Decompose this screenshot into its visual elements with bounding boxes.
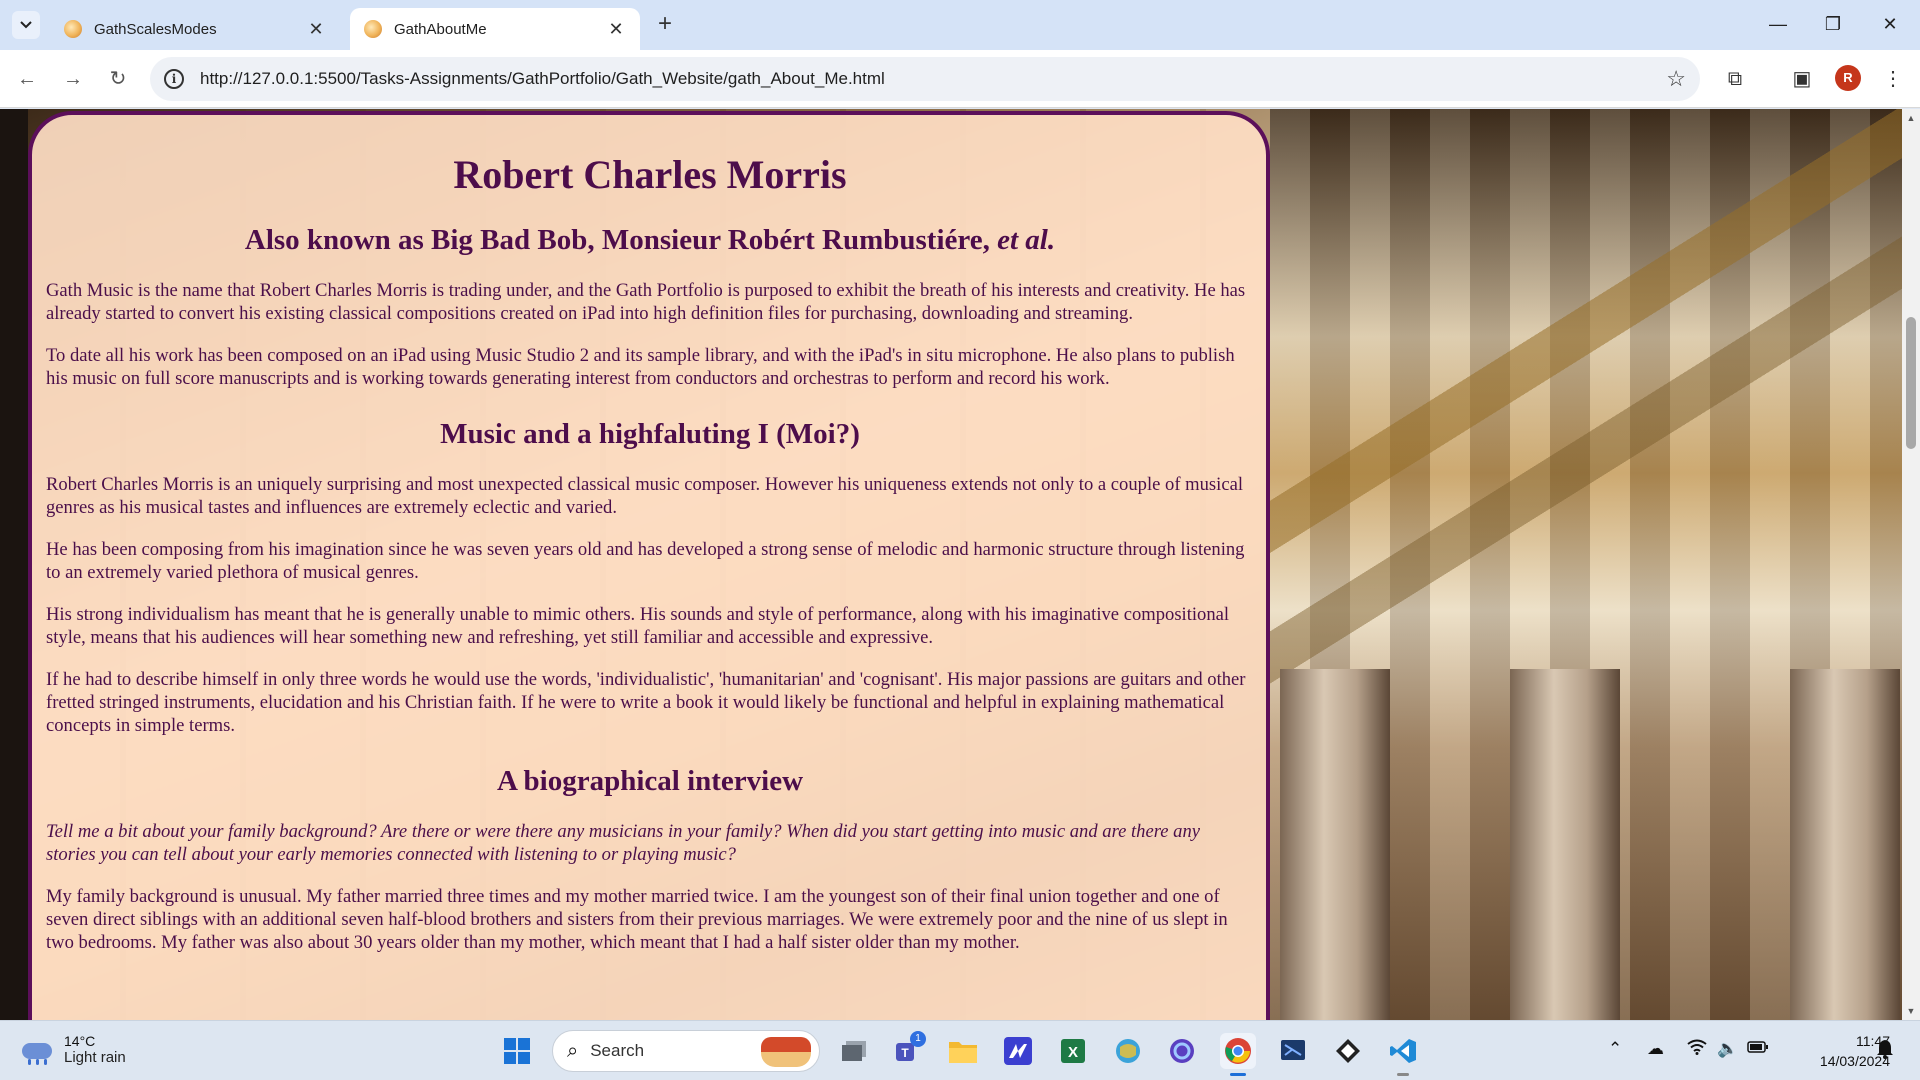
weather-widget[interactable]: 14°C Light rain [20, 1033, 126, 1066]
scroll-down-icon[interactable]: ▼ [1905, 1005, 1917, 1017]
restore-icon[interactable]: ❐ [1813, 10, 1853, 38]
python-globe-icon[interactable] [1110, 1033, 1146, 1069]
minimize-icon[interactable]: — [1758, 10, 1798, 38]
close-tab-icon[interactable]: ✕ [306, 19, 326, 40]
aka-text: Also known as Big Bad Bob, Monsieur Robé… [244, 224, 998, 256]
side-panel-icon[interactable]: ▣ [1787, 64, 1817, 94]
extensions-icon[interactable]: ⧉ [1720, 64, 1750, 94]
site-favicon-icon [64, 20, 82, 38]
wifi-icon[interactable] [1687, 1039, 1707, 1060]
page-scrollbar[interactable]: ▲ ▼ [1902, 109, 1920, 1020]
forward-icon[interactable]: → [58, 64, 88, 94]
profile-avatar[interactable]: R [1835, 65, 1861, 91]
windows-taskbar: 14°C Light rain ⌕ Search T 1 X ⌃ ☁ 🔈 11:… [0, 1020, 1920, 1080]
back-icon[interactable]: ← [12, 64, 42, 94]
intro-paragraph: To date all his work has been composed o… [46, 345, 1235, 389]
onedrive-cloud-icon[interactable]: ☁ [1647, 1039, 1664, 1059]
battery-icon[interactable] [1747, 1039, 1769, 1059]
chevron-down-icon [20, 21, 32, 29]
aka-et-al: et al. [997, 224, 1056, 256]
section-heading-interview: A biographical interview [496, 765, 804, 797]
url-text[interactable]: http://127.0.0.1:5500/Tasks-Assignments/… [200, 69, 1666, 89]
about-me-panel: Robert Charles Morris Also known as Big … [28, 111, 1270, 1020]
wave-app-icon[interactable] [1000, 1033, 1036, 1069]
tab-search-button[interactable] [12, 11, 40, 39]
section-paragraph: His strong individualism has meant that … [46, 604, 1230, 648]
section-heading-music: Music and a highfaluting I (Moi?) [440, 418, 860, 450]
teams-icon[interactable]: T 1 [890, 1031, 926, 1069]
inkscape-icon[interactable] [1330, 1033, 1366, 1069]
tab-title: GathAboutMe [394, 20, 487, 38]
task-view-icon[interactable] [836, 1033, 872, 1069]
rain-cloud-icon [20, 1037, 54, 1065]
page-viewport: Robert Charles Morris Also known as Big … [0, 109, 1902, 1020]
tab-gath-about-me[interactable]: GathAboutMe ✕ [350, 8, 640, 50]
search-placeholder: Search [590, 1041, 645, 1060]
background-architecture-image [1270, 109, 1902, 1020]
column-decoration [1510, 669, 1620, 1020]
section-paragraph: If he had to describe himself in only th… [46, 669, 1246, 736]
svg-text:T: T [901, 1046, 909, 1060]
system-clock[interactable]: 11:47 14/03/2024 [1780, 1031, 1890, 1071]
svg-text:X: X [1068, 1044, 1078, 1061]
section-paragraph: He has been composing from his imaginati… [46, 539, 1245, 583]
browser-swirl-icon[interactable] [1164, 1033, 1200, 1069]
excel-icon[interactable]: X [1055, 1033, 1091, 1069]
reload-icon[interactable]: ↻ [103, 64, 133, 94]
site-info-icon[interactable]: i [164, 69, 184, 89]
weather-description: Light rain [64, 1049, 126, 1066]
site-favicon-icon [364, 20, 382, 38]
section-paragraph: Robert Charles Morris is an uniquely sur… [46, 474, 1243, 518]
active-indicator [1230, 1073, 1246, 1076]
address-bar[interactable]: i http://127.0.0.1:5500/Tasks-Assignment… [150, 57, 1700, 101]
notification-bell-icon[interactable] [1876, 1039, 1894, 1064]
column-decoration [1790, 669, 1900, 1020]
weather-temperature: 14°C [64, 1033, 96, 1049]
tab-strip: GathScalesModes ✕ GathAboutMe ✕ + — ❐ ✕ [0, 0, 1920, 50]
show-hidden-icons-icon[interactable]: ⌃ [1608, 1039, 1622, 1059]
interview-answer: My family background is unusual. My fath… [46, 886, 1228, 953]
teams-badge: 1 [910, 1031, 926, 1047]
active-indicator [1397, 1073, 1409, 1076]
scrollbar-thumb[interactable] [1906, 317, 1916, 449]
bookmark-star-icon[interactable]: ☆ [1666, 66, 1686, 92]
taskbar-search[interactable]: ⌕ Search [552, 1030, 820, 1072]
clock-date: 14/03/2024 [1819, 1053, 1890, 1069]
clock-time: 11:47 [1856, 1033, 1890, 1049]
remote-desktop-icon[interactable] [1275, 1033, 1311, 1069]
page-title: Robert Charles Morris [453, 152, 847, 197]
search-highlight-image [761, 1037, 811, 1067]
chrome-icon[interactable] [1220, 1033, 1256, 1076]
volume-icon[interactable]: 🔈 [1717, 1039, 1738, 1059]
scroll-up-icon[interactable]: ▲ [1905, 112, 1917, 124]
interview-question: Tell me a bit about your family backgrou… [46, 821, 1201, 865]
close-window-icon[interactable]: ✕ [1870, 10, 1910, 38]
intro-paragraph: Gath Music is the name that Robert Charl… [46, 280, 1246, 324]
tab-gath-scales-modes[interactable]: GathScalesModes ✕ [50, 8, 340, 50]
column-decoration [1280, 669, 1390, 1020]
windows-start-icon[interactable] [499, 1033, 535, 1069]
file-explorer-icon[interactable] [945, 1033, 981, 1069]
browser-toolbar: ← → ↻ i http://127.0.0.1:5500/Tasks-Assi… [0, 50, 1920, 108]
menu-kebab-icon[interactable]: ⋮ [1878, 64, 1908, 94]
close-tab-icon[interactable]: ✕ [606, 19, 626, 40]
new-tab-button[interactable]: + [652, 12, 678, 38]
search-icon: ⌕ [567, 1039, 579, 1062]
aka-heading: Also known as Big Bad Bob, Monsieur Robé… [46, 224, 1254, 257]
vscode-icon[interactable] [1385, 1033, 1421, 1076]
tab-title: GathScalesModes [94, 20, 217, 38]
page-edge [0, 109, 28, 1020]
